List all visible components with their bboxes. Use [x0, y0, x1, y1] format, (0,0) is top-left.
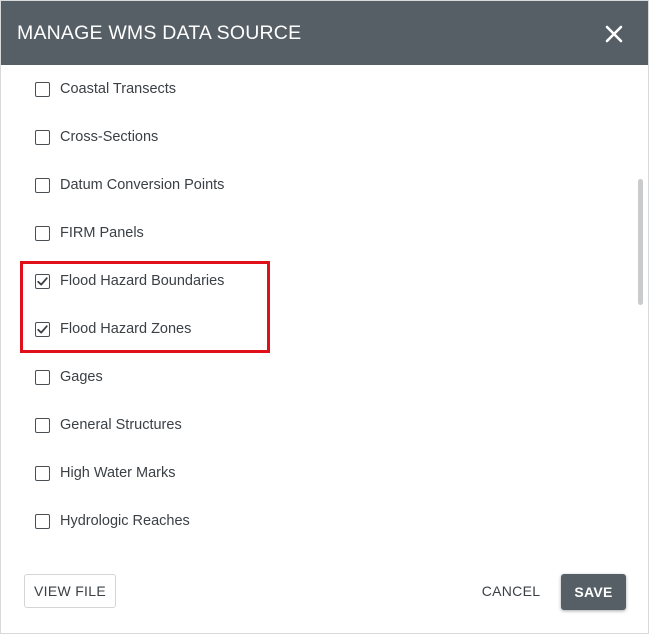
close-button[interactable] — [598, 18, 630, 50]
layer-item[interactable]: Cross-Sections — [35, 125, 158, 149]
checkbox[interactable] — [35, 81, 50, 97]
cancel-button[interactable]: CANCEL — [475, 574, 547, 608]
checkbox[interactable] — [35, 369, 50, 385]
layer-label: Flood Hazard Zones — [60, 321, 192, 337]
layer-item[interactable]: General Structures — [35, 413, 182, 437]
checkmark-icon — [37, 324, 48, 333]
layer-item[interactable]: Coastal Transects — [35, 77, 176, 101]
layer-label: General Structures — [60, 417, 182, 433]
layer-label: High Water Marks — [60, 465, 176, 481]
layer-label: Coastal Transects — [60, 81, 177, 97]
layer-label: Gages — [60, 369, 103, 385]
layer-item[interactable]: Hydrologic Reaches — [35, 509, 190, 533]
layer-label: Hydrologic Reaches — [60, 513, 190, 529]
layer-label: FIRM Panels — [60, 225, 144, 241]
checkbox[interactable] — [35, 417, 50, 433]
manage-wms-dialog: MANAGE WMS DATA SOURCE Coastal Transects… — [0, 0, 649, 634]
view-file-button[interactable]: VIEW FILE — [24, 574, 116, 608]
checkbox[interactable] — [35, 177, 50, 193]
checkbox-checked[interactable] — [35, 273, 50, 289]
dialog-body[interactable]: Coastal Transects Cross-Sections Datum Con… — [1, 65, 648, 549]
layer-item[interactable]: Flood Hazard Zones — [35, 317, 191, 341]
checkbox[interactable] — [35, 129, 50, 145]
save-button[interactable]: SAVE — [561, 574, 626, 610]
scrollbar-thumb[interactable] — [638, 179, 643, 305]
checkbox[interactable] — [35, 465, 50, 481]
layer-item[interactable]: Datum Conversion Points — [35, 173, 224, 197]
layer-label: Cross-Sections — [60, 129, 159, 145]
dialog-title: MANAGE WMS DATA SOURCE — [17, 22, 302, 44]
dialog-footer: VIEW FILE CANCEL SAVE — [1, 549, 648, 633]
layer-item[interactable]: Flood Hazard Boundaries — [35, 269, 224, 293]
layer-item[interactable]: Gages — [35, 365, 103, 389]
close-icon — [605, 25, 623, 43]
checkbox-checked[interactable] — [35, 321, 50, 337]
layer-label: Flood Hazard Boundaries — [60, 273, 225, 289]
checkbox[interactable] — [35, 513, 50, 529]
checkbox[interactable] — [35, 225, 50, 241]
dialog-header: MANAGE WMS DATA SOURCE — [1, 1, 648, 65]
scrollbar-track[interactable] — [635, 65, 645, 549]
checkmark-icon — [37, 276, 48, 285]
layer-label: Datum Conversion Points — [60, 177, 225, 193]
layer-item[interactable]: High Water Marks — [35, 461, 175, 485]
layer-item[interactable]: FIRM Panels — [35, 221, 144, 245]
